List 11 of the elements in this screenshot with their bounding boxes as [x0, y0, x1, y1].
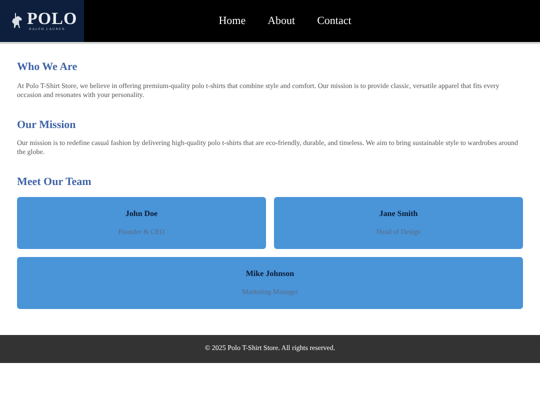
nav-link[interactable]: Home: [218, 12, 246, 30]
horse-rider-icon: [10, 12, 24, 30]
logo-title: POLO: [27, 10, 78, 28]
section-heading: Meet Our Team: [17, 175, 92, 190]
member-name: Jane Smith: [379, 208, 418, 220]
member-name: Mike Johnson: [246, 268, 294, 280]
section-heading: Who We Are: [17, 60, 78, 75]
member-name: John Doe: [125, 208, 158, 220]
nav-link[interactable]: Contact: [317, 12, 352, 30]
nav-link[interactable]: About: [268, 12, 296, 30]
section-heading: Our Mission: [17, 118, 77, 132]
